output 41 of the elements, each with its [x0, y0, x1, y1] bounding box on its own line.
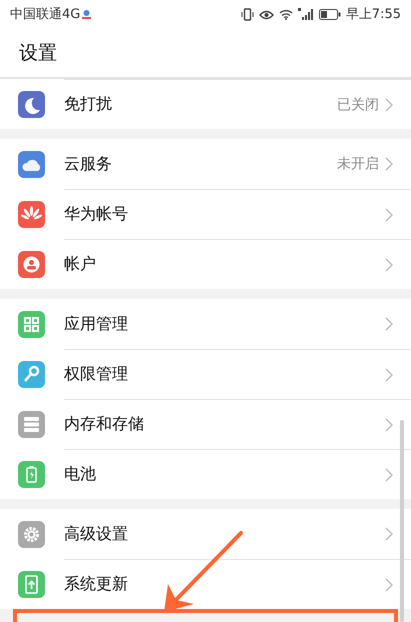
setting-label[interactable]: 高级设置 [64, 524, 385, 544]
setting-label[interactable]: 电池 [64, 464, 385, 485]
update-icon [18, 570, 45, 598]
chevron-icon [385, 317, 393, 331]
setting-label[interactable]: 系统更新 [64, 574, 385, 595]
cloud-icon [18, 150, 45, 178]
chevron-icon [385, 157, 393, 171]
apps-icon [18, 310, 45, 338]
carrier-text: 中国联通4G [10, 6, 80, 23]
battery-icon [318, 8, 341, 20]
setting-label[interactable]: 内存和存储 [64, 414, 385, 435]
person-icon [18, 250, 45, 278]
setting-value: 未开启 [337, 155, 379, 173]
setting-label[interactable]: 华为帐号 [64, 204, 385, 225]
setting-label[interactable]: 应用管理 [64, 314, 385, 334]
chevron-icon [385, 98, 393, 112]
chevron-icon [385, 418, 393, 432]
page-title: 设置 [19, 40, 57, 66]
setting-label[interactable]: 帐户 [64, 254, 385, 275]
battery-icon [18, 460, 45, 488]
chevron-icon [385, 527, 393, 541]
chevron-icon [385, 208, 393, 222]
chevron-icon [385, 368, 393, 382]
signal-icon [298, 8, 314, 20]
setting-label[interactable]: 云服务 [64, 154, 337, 174]
clock-text: 早上7:55 [346, 6, 401, 23]
wifi-icon [278, 8, 293, 20]
key-icon [18, 360, 45, 388]
vibrate-icon [240, 8, 254, 20]
eye-icon [258, 8, 274, 20]
notification-icon [82, 8, 92, 20]
setting-label[interactable]: 权限管理 [64, 364, 385, 385]
gear-icon [18, 520, 45, 548]
setting-value: 已关闭 [337, 96, 379, 114]
setting-label[interactable]: 免打扰 [64, 94, 337, 115]
chevron-icon [385, 578, 393, 592]
chevron-icon [385, 468, 393, 482]
moon-icon [18, 90, 45, 118]
chevron-icon [385, 258, 393, 272]
flower-icon [18, 200, 45, 228]
storage-icon [18, 410, 45, 438]
